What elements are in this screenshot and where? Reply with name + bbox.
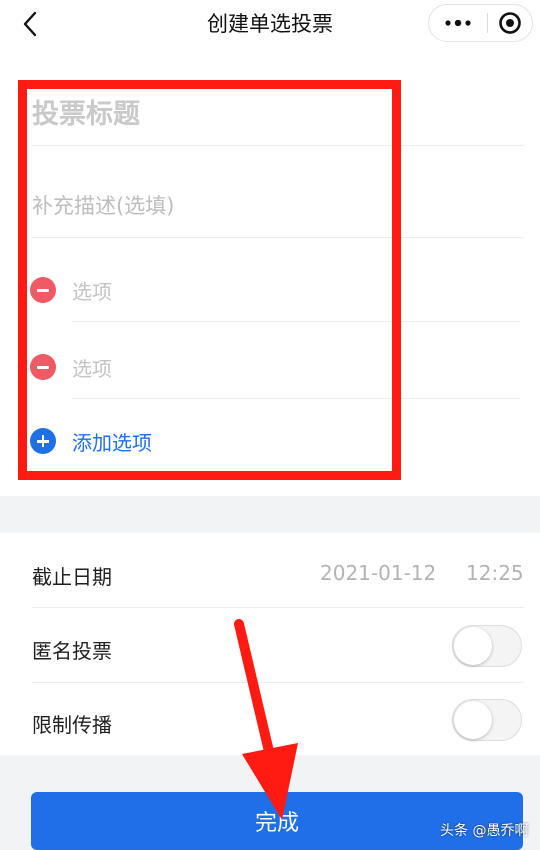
nav-bar: 创建单选投票 [0,0,540,48]
anonymous-vote-toggle[interactable] [452,625,522,667]
deadline-label: 截止日期 [32,565,112,589]
divider [32,682,524,683]
more-button[interactable] [429,5,487,41]
anonymous-vote-label: 匿名投票 [32,639,112,663]
more-dots-icon [445,20,471,26]
toggle-knob [454,627,492,665]
close-mini-program-button[interactable] [488,5,532,41]
watermark-text: 头条 @愚乔啊 [440,823,529,839]
mini-program-close-icon [499,12,521,34]
done-button-label: 完成 [254,811,299,836]
limit-share-toggle[interactable] [452,699,522,741]
deadline-date-picker[interactable]: 2021-01-12 [320,561,436,585]
toggle-knob [454,701,492,739]
divider [32,607,524,608]
limit-share-label: 限制传播 [32,713,112,737]
deadline-time-picker[interactable]: 12:25 [466,561,524,585]
annotation-highlight-box [18,80,401,480]
mini-program-capsule [428,4,533,42]
